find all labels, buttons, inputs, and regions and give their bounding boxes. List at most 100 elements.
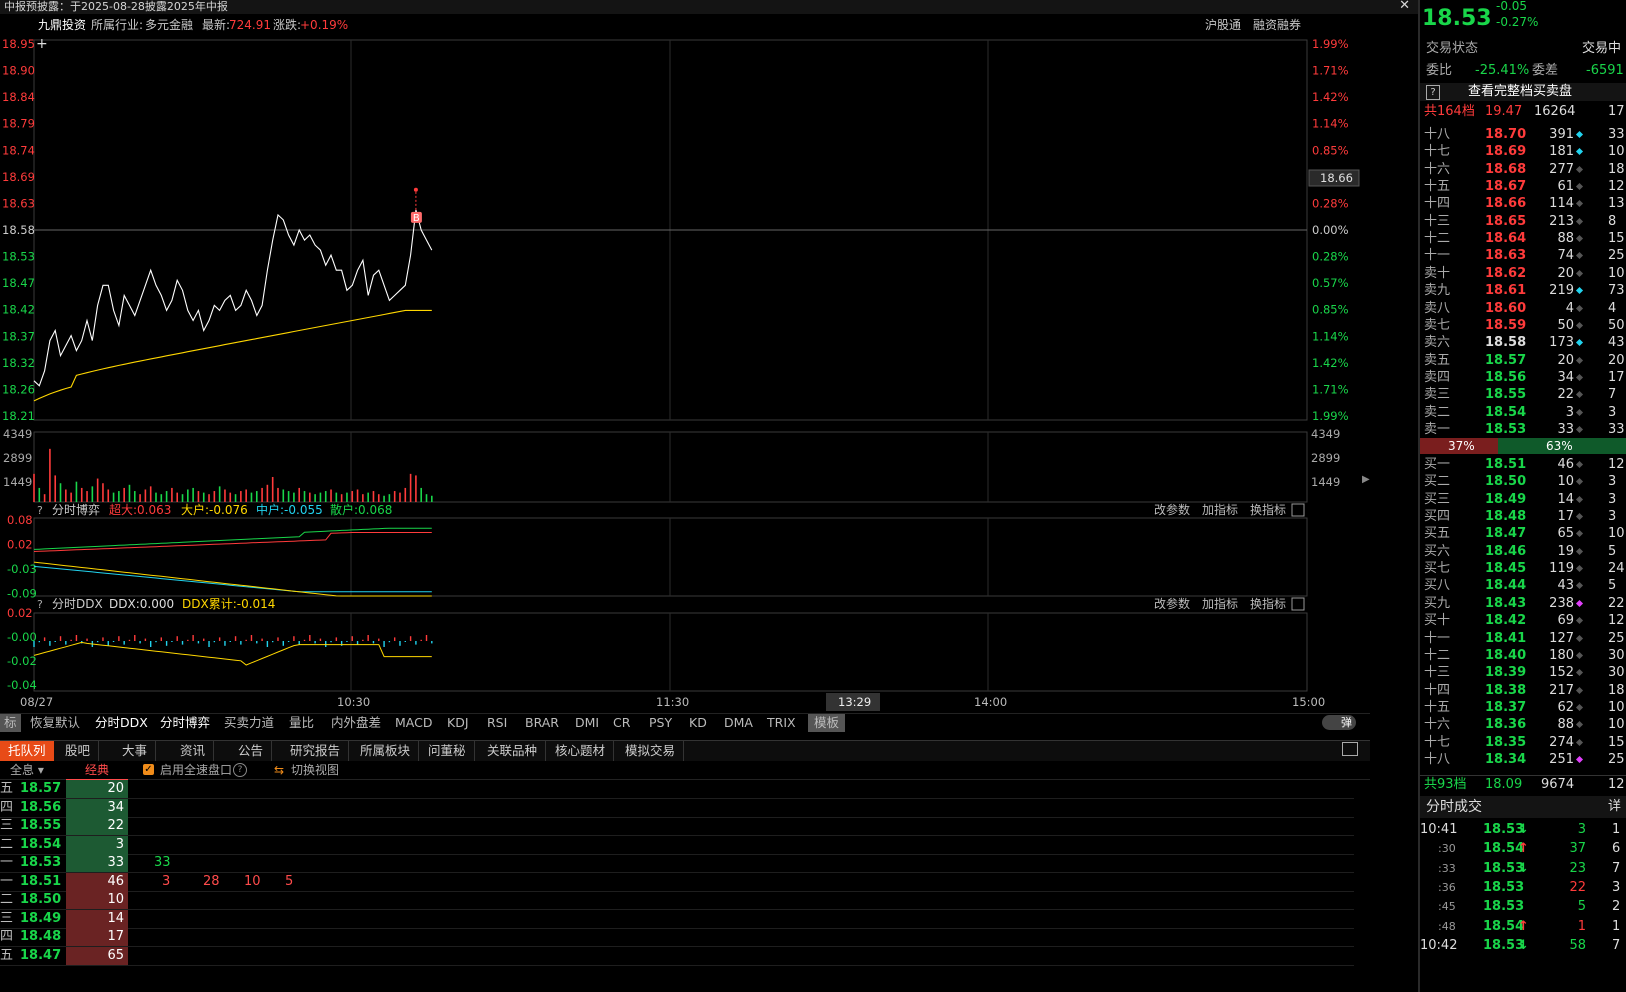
buy-level-row[interactable]: 买五 18.47 65 10 [1420, 525, 1626, 542]
close-icon[interactable]: ✕ [1399, 0, 1410, 13]
indicator-tab-7[interactable]: MACD [391, 714, 436, 732]
queue-row[interactable]: 二 18.54 3 [0, 835, 1354, 855]
queue-row[interactable]: 三 18.49 14 [0, 909, 1354, 929]
bottom-tab-3[interactable]: 资讯 [172, 741, 215, 761]
sell-level-row[interactable]: 十七 18.69 181 10 [1420, 143, 1626, 160]
sell-level-row[interactable]: 卖二 18.54 3 3 [1420, 404, 1626, 421]
indicator-tab-14[interactable]: KD [685, 714, 711, 732]
bottom-tab-5[interactable]: 研究报告 [282, 741, 350, 761]
close-indicator-icon[interactable] [1291, 503, 1305, 517]
sell-level-row[interactable]: 十一 18.63 74 25 [1420, 247, 1626, 264]
sell-level-row[interactable]: 卖七 18.59 50 50 [1420, 317, 1626, 334]
buy-level-row[interactable]: 十二 18.40 180 30 [1420, 647, 1626, 664]
bottom-tab-6[interactable]: 所属板块 [352, 741, 420, 761]
buy-level-row[interactable]: 十一 18.41 127 25 [1420, 630, 1626, 647]
buy-level-row[interactable]: 十六 18.36 88 10 [1420, 716, 1626, 733]
sell-level-row[interactable]: 十五 18.67 61 12 [1420, 178, 1626, 195]
sell-level-row[interactable]: 卖五 18.57 20 20 [1420, 352, 1626, 369]
indicator-tab-0[interactable]: 标 [0, 714, 21, 732]
sell-level-row[interactable]: 十三 18.65 213 8 [1420, 213, 1626, 230]
volume-bar [144, 489, 147, 502]
intraday-chart[interactable]: 18.95 1.99% 18.90 1.71% 18.84 1.42% 18.79 1.14%… [0, 36, 1370, 716]
sell-level-row[interactable]: 卖十 18.62 20 10 [1420, 265, 1626, 282]
buy-level-row[interactable]: 十三 18.39 152 30 [1420, 664, 1626, 681]
indicator-tab-10[interactable]: BRAR [521, 714, 563, 732]
buy-level-row[interactable]: 十五 18.37 62 10 [1420, 699, 1626, 716]
indicator-tab-15[interactable]: DMA [720, 714, 757, 732]
buy-level-row[interactable]: 买八 18.44 43 5 [1420, 577, 1626, 594]
close-indicator-icon[interactable] [1291, 597, 1305, 611]
indicator-tab-12[interactable]: CR [609, 714, 634, 732]
buy-level-row[interactable]: 买一 18.51 46 12 [1420, 456, 1626, 473]
level-volume: 10 [1557, 474, 1574, 490]
ticks-detail-button[interactable]: 详 [1608, 796, 1621, 818]
buy-level-row[interactable]: 买四 18.48 17 3 [1420, 508, 1626, 525]
indicator-tab-13[interactable]: PSY [645, 714, 676, 732]
queue-row[interactable]: 二 18.50 10 [0, 891, 1354, 910]
queue-row[interactable]: 四 18.48 17 [0, 928, 1354, 947]
industry-value[interactable]: 多元金融 [145, 14, 193, 36]
indicator-tab-5[interactable]: 量比 [285, 714, 318, 732]
full-book-button[interactable]: 查看完整档买卖盘 [1468, 83, 1572, 101]
sell-level-row[interactable]: 卖一 18.53 33 33 [1420, 421, 1626, 438]
sell-level-row[interactable]: 十八 18.70 391 33 [1420, 126, 1626, 143]
layout-icon[interactable] [1342, 742, 1358, 756]
bottom-tab-0[interactable]: 托队列 [0, 741, 54, 761]
margin-trading-button[interactable]: 融资融券 [1253, 14, 1301, 36]
indicator-tab-6[interactable]: 内外盘差 [327, 714, 385, 732]
queue-row[interactable]: 一 18.51 46 3 28 10 5 [0, 872, 1354, 892]
sell-level-row[interactable]: 卖四 18.56 34 17 [1420, 369, 1626, 386]
indicator-tab-16[interactable]: TRIX [763, 714, 800, 732]
queue-row[interactable]: 五 18.47 65 [0, 946, 1354, 966]
buy-level-row[interactable]: 买六 18.46 19 5 [1420, 543, 1626, 560]
bottom-tab-9[interactable]: 核心题材 [547, 741, 615, 761]
queue-row[interactable]: 五 18.57 20 [0, 780, 1354, 799]
bottom-tab-2[interactable]: 大事 [114, 741, 157, 761]
switch-view-icon[interactable]: ⇆ [274, 761, 284, 779]
switch-view-button[interactable]: 切换视图 [291, 761, 339, 779]
help-icon[interactable]: ? [1426, 85, 1440, 100]
bottom-tab-10[interactable]: 模拟交易 [617, 741, 685, 761]
sell-level-row[interactable]: 十二 18.64 88 15 [1420, 230, 1626, 247]
fullspeed-checkbox[interactable]: ✓ [143, 764, 154, 775]
buy-level-row[interactable]: 买七 18.45 119 24 [1420, 560, 1626, 577]
sell-level-row[interactable]: 卖六 18.58 173 43 [1420, 334, 1626, 351]
bottom-tab-8[interactable]: 关联品种 [479, 741, 547, 761]
collapse-handle[interactable]: ▶ [1362, 474, 1370, 492]
float-toggle[interactable]: 弹 [1322, 715, 1356, 730]
queue-row[interactable]: 三 18.55 22 [0, 817, 1354, 836]
bottom-tab-4[interactable]: 公告 [230, 741, 273, 761]
sell-level-row[interactable]: 十四 18.66 114 13 [1420, 195, 1626, 212]
indicator-tab-8[interactable]: KDJ [443, 714, 473, 732]
indicator-tab-3[interactable]: 分时博弈 [156, 714, 214, 732]
bottom-tab-7[interactable]: 问董秘 [420, 741, 475, 761]
level-price: 18.43 [1485, 595, 1527, 611]
hk-connect-button[interactable]: 沪股通 [1205, 14, 1241, 36]
indicator-tab-17[interactable]: 模板 [808, 714, 846, 732]
buy-level-row[interactable]: 买九 18.43 238 22 [1420, 595, 1626, 612]
stock-name[interactable]: 九鼎投资 [38, 14, 86, 36]
queue-row[interactable]: 一 18.53 33 33 [0, 854, 1354, 873]
price-axis-label: 18.69 [2, 170, 35, 184]
indicator-tab-9[interactable]: RSI [483, 714, 511, 732]
sell-level-row[interactable]: 卖三 18.55 22 7 [1420, 386, 1626, 403]
buy-level-row[interactable]: 十七 18.35 274 15 [1420, 734, 1626, 751]
buy-level-row[interactable]: 买二 18.50 10 3 [1420, 473, 1626, 490]
ddx-bar [356, 641, 359, 645]
buy-level-row[interactable]: 买十 18.42 69 12 [1420, 612, 1626, 629]
buy-level-row[interactable]: 买三 18.49 14 3 [1420, 491, 1626, 508]
queue-row[interactable]: 四 18.56 34 [0, 798, 1354, 818]
classic-tab[interactable]: 经典 [66, 761, 128, 781]
indicator-tab-4[interactable]: 买卖力道 [220, 714, 278, 732]
sell-level-row[interactable]: 卖八 18.60 4 4 [1420, 300, 1626, 317]
help-icon[interactable]: ? [233, 763, 247, 777]
bottom-tab-1[interactable]: 股吧 [57, 741, 100, 761]
all-info-dropdown[interactable]: 全息 ▾ [10, 761, 44, 779]
indicator-tab-2[interactable]: 分时DDX [91, 714, 152, 732]
buy-level-row[interactable]: 十四 18.38 217 18 [1420, 682, 1626, 699]
indicator-tab-1[interactable]: 恢复默认 [26, 714, 84, 732]
sell-level-row[interactable]: 十六 18.68 277 18 [1420, 161, 1626, 178]
sell-level-row[interactable]: 卖九 18.61 219 73 [1420, 282, 1626, 299]
buy-level-row[interactable]: 十八 18.34 251 25 [1420, 751, 1626, 768]
indicator-tab-11[interactable]: DMI [571, 714, 603, 732]
